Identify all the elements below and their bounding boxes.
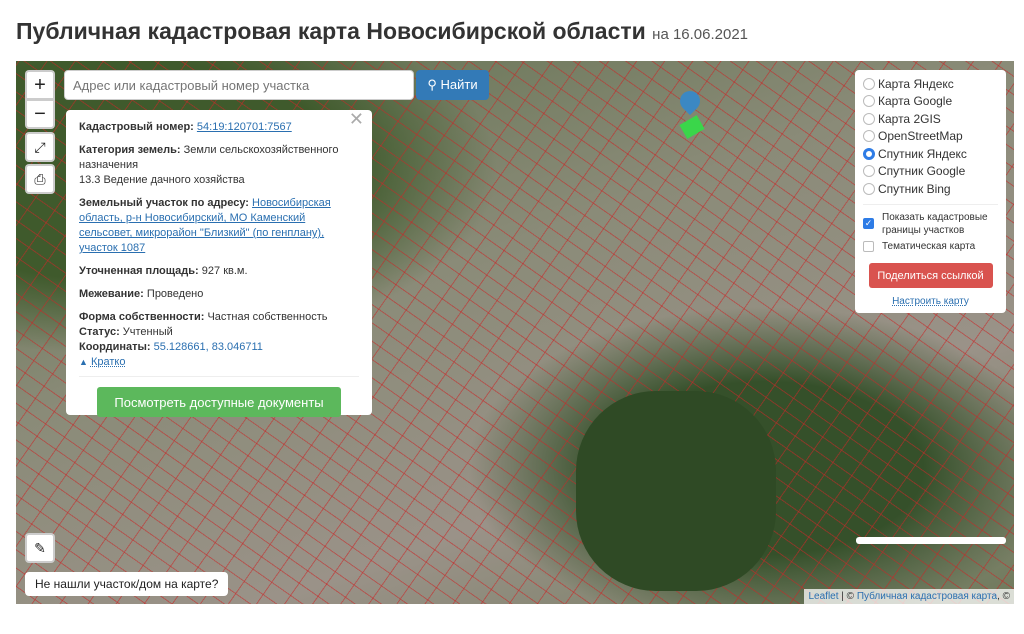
collapse-link[interactable]: Кратко: [91, 356, 126, 368]
print-icon[interactable]: ⎙: [25, 164, 55, 194]
thematic-label: Тематическая карта: [882, 240, 976, 252]
radio-button[interactable]: [863, 112, 875, 125]
layer-option[interactable]: Спутник Яндекс: [863, 145, 998, 163]
caret-up-icon: ▲: [79, 357, 88, 367]
page-title: Публичная кадастровая карта Новосибирско…: [16, 18, 748, 45]
pkk-link[interactable]: Публичная кадастровая карта: [857, 591, 997, 602]
view-documents-button[interactable]: Посмотреть доступные документы: [97, 387, 341, 417]
layer-option-label: Карта 2GIS: [878, 111, 941, 126]
cadnum-label: Кадастровый номер:: [79, 121, 194, 133]
ownership-value: Частная собственность: [207, 311, 328, 323]
map-marker-icon[interactable]: [675, 86, 705, 116]
show-borders-option[interactable]: ✓ Показать кадастровые границы участков: [863, 210, 998, 238]
survey-value: Проведено: [146, 288, 204, 300]
ownership-label: Форма собственности:: [79, 311, 205, 323]
radio-button[interactable]: [863, 165, 875, 178]
zoom-in-button[interactable]: +: [25, 70, 55, 100]
scale-bar: [856, 537, 1006, 544]
address-label: Земельный участок по адресу:: [79, 197, 249, 209]
checkbox-checked[interactable]: ✓: [863, 218, 874, 229]
coords-value: 55.128661, 83.046711: [153, 341, 263, 353]
layer-option-label: Спутник Google: [878, 164, 966, 179]
layer-option[interactable]: Спутник Google: [863, 163, 998, 181]
radio-button[interactable]: [863, 130, 875, 143]
layer-option[interactable]: Карта Google: [863, 93, 998, 111]
layer-option-label: Карта Яндекс: [878, 76, 954, 91]
layer-option[interactable]: Спутник Bing: [863, 180, 998, 198]
selected-plot[interactable]: [679, 115, 705, 139]
forest-area: [576, 391, 776, 591]
map[interactable]: + − ⤢ ⎙ ✎ ⚲ Найти ✕ Кадастровый номер: 5…: [16, 61, 1014, 604]
date: на 16.06.2021: [652, 26, 749, 43]
close-icon[interactable]: ✕: [349, 110, 364, 128]
attribution: Leaflet | © Публичная кадастровая карта,…: [804, 589, 1014, 604]
radio-button[interactable]: [863, 95, 875, 108]
attribution-sep: | ©: [838, 591, 857, 602]
radio-button[interactable]: [863, 147, 875, 160]
layer-option-label: Карта Google: [878, 94, 953, 109]
fullscreen-icon[interactable]: ⤢: [25, 132, 55, 162]
layer-option-label: Спутник Bing: [878, 181, 951, 196]
search-icon: ⚲: [427, 77, 437, 92]
show-borders-label: Показать кадастровые границы участков: [882, 211, 988, 236]
leaflet-link[interactable]: Leaflet: [808, 591, 838, 602]
survey-label: Межевание:: [79, 288, 144, 300]
area-value: 927 кв.м.: [201, 265, 248, 277]
search-input[interactable]: [64, 70, 414, 100]
layer-option[interactable]: OpenStreetMap: [863, 128, 998, 146]
configure-map-link[interactable]: Настроить карту: [863, 296, 998, 307]
radio-button[interactable]: [863, 77, 875, 90]
layer-option[interactable]: Карта 2GIS: [863, 110, 998, 128]
share-link-button[interactable]: Поделиться ссылкой: [868, 263, 993, 288]
checkbox[interactable]: [863, 240, 874, 252]
layer-panel: Карта Яндекс Карта Google Карта 2GIS OpenSt…: [855, 70, 1006, 313]
area-label: Уточненная площадь:: [79, 265, 199, 277]
layer-option[interactable]: Карта Яндекс: [863, 75, 998, 93]
ruler-icon[interactable]: ✎: [25, 533, 55, 563]
parcel-popup: ✕ Кадастровый номер: 54:19:120701:7567 К…: [66, 110, 372, 417]
title-text: Публичная кадастровая карта Новосибирско…: [16, 18, 646, 44]
zoom-out-button[interactable]: −: [25, 99, 55, 129]
layer-option-label: OpenStreetMap: [878, 129, 963, 144]
status-value: Учтенный: [122, 326, 173, 338]
attribution-tail: , ©: [997, 591, 1010, 602]
layer-option-label: Спутник Яндекс: [878, 146, 967, 161]
land-use-value: 13.3 Ведение дачного хозяйства: [79, 174, 245, 186]
status-label: Статус:: [79, 326, 120, 338]
category-label: Категория земель:: [79, 144, 181, 156]
radio-button[interactable]: [863, 182, 875, 195]
search-button[interactable]: ⚲ Найти: [416, 70, 489, 100]
not-found-button[interactable]: Не нашли участок/дом на карте?: [25, 572, 229, 596]
search-button-label: Найти: [440, 77, 478, 92]
cadnum-link[interactable]: 54:19:120701:7567: [197, 121, 292, 133]
coords-label: Координаты:: [79, 341, 151, 353]
thematic-option[interactable]: Тематическая карта: [863, 238, 998, 256]
